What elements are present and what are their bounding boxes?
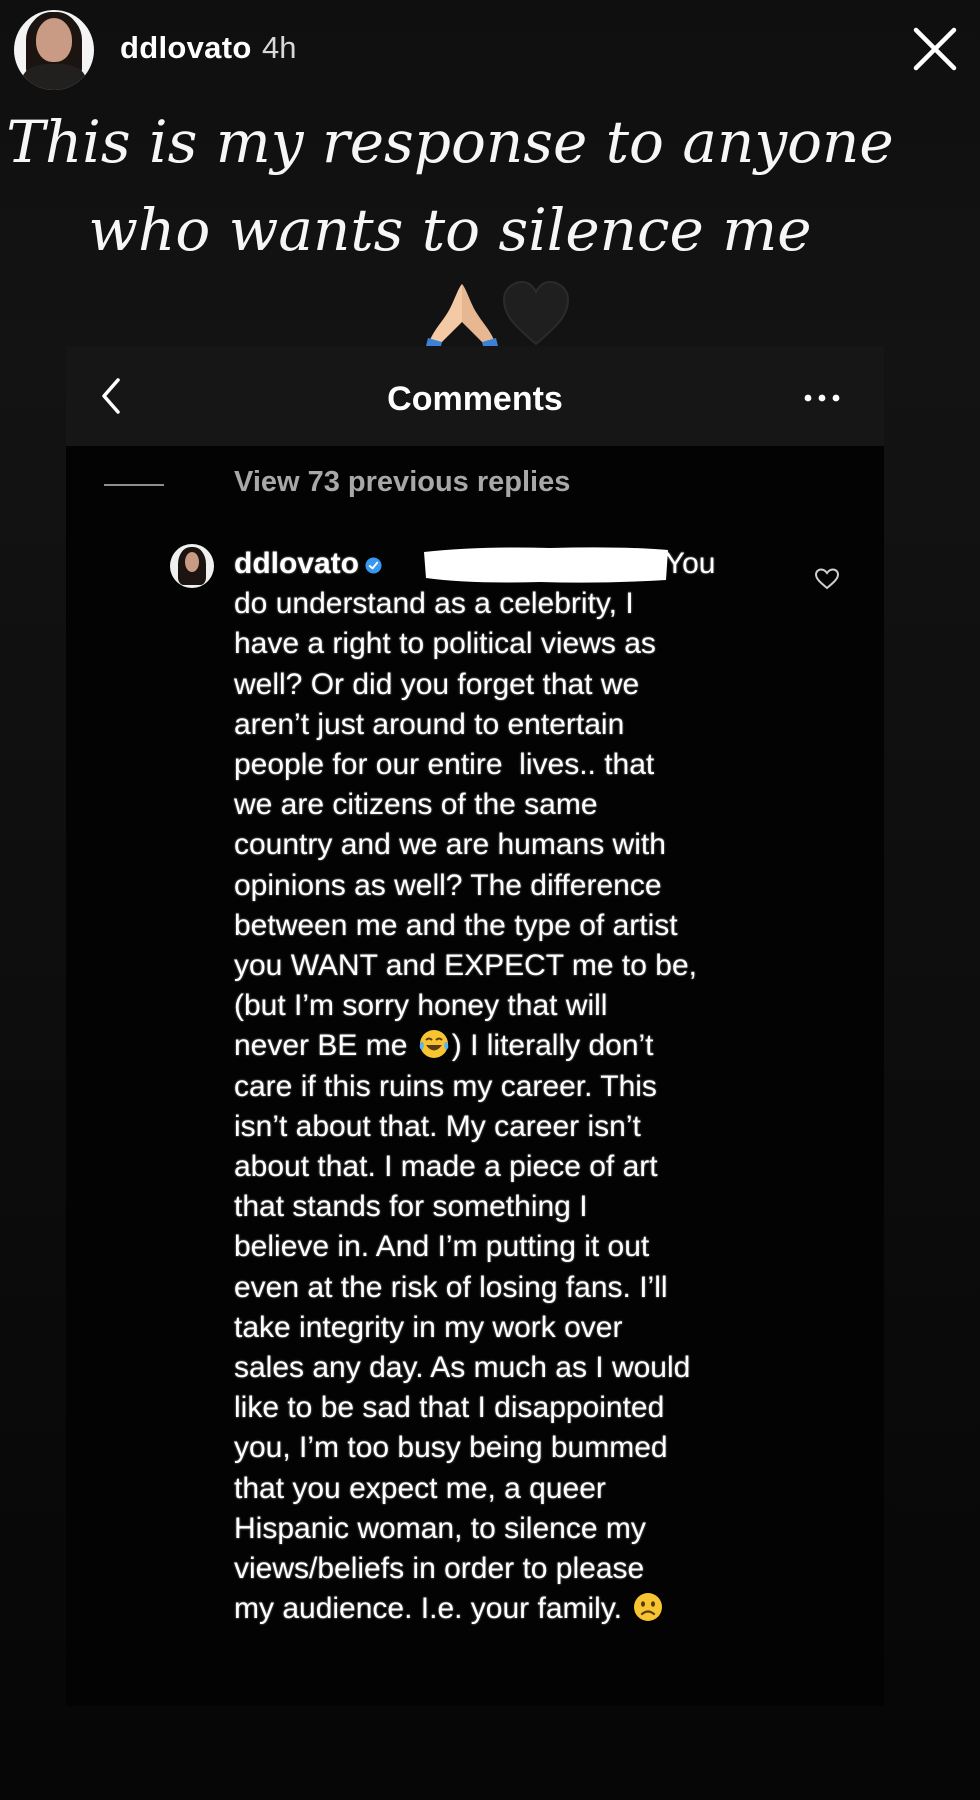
comment-line-20: take integrity in my work over	[234, 1310, 623, 1344]
comment-line-11: you WANT and EXPECT me to be,	[234, 949, 697, 983]
comment-avatar-face	[185, 552, 199, 572]
comment-avatar[interactable]	[170, 544, 214, 588]
comment-line-13a: never BE me	[234, 1029, 408, 1063]
slightly-frowning-icon	[634, 1593, 663, 1622]
comment-line-24: that you expect me, a queer	[234, 1471, 606, 1505]
laughing-tears-icon	[419, 1030, 449, 1059]
story-avatar[interactable]	[14, 10, 94, 90]
comment-line-22: like to be sad that I disappointed	[234, 1391, 665, 1425]
view-previous-replies-link[interactable]: View 73 previous replies	[234, 466, 570, 499]
comment-line-16: about that. I made a piece of art	[234, 1150, 658, 1184]
avatar-shoulders	[22, 64, 86, 90]
comment-line-19: even at the risk of losing fans. I’ll	[234, 1270, 668, 1304]
comments-title: Comments	[387, 380, 563, 418]
redaction-scribble	[424, 547, 668, 583]
close-icon[interactable]	[910, 24, 960, 74]
comment-line-18: believe in. And I’m putting it out	[234, 1230, 650, 1264]
heart-like-icon[interactable]	[814, 567, 840, 591]
comment-username[interactable]: ddlovato	[234, 547, 359, 580]
avatar-face	[36, 18, 72, 62]
comment-line-17: that stands for something I	[234, 1190, 588, 1224]
comment-line-9: opinions as well? The difference	[234, 868, 662, 902]
comment-line-23: you, I’m too busy being bummed	[234, 1431, 668, 1465]
comment-line-5: aren’t just around to entertain	[234, 707, 625, 741]
comment-line-26: views/beliefs in order to please	[234, 1552, 645, 1586]
more-options-icon[interactable]	[802, 394, 842, 402]
comment-line-6: people for our entire lives.. that	[234, 748, 655, 782]
comment-line-3: have a right to political views as	[234, 627, 656, 661]
comment-line-14: care if this ruins my career. This	[234, 1069, 657, 1103]
story-caption: This is my response to anyone who wants …	[6, 108, 894, 264]
comment-line-12: (but I’m sorry honey that will	[234, 989, 608, 1023]
comment-line-4: well? Or did you forget that we	[234, 667, 640, 701]
comment-line-15: isn’t about that. My career isn’t	[234, 1109, 641, 1143]
folded-hands-icon	[426, 284, 498, 350]
comment-line-13b: ) I literally don’t	[451, 1029, 654, 1063]
comment-line-10: between me and the type of artist	[234, 908, 678, 942]
story-timestamp: 4h	[262, 30, 297, 65]
comment-text: ddlovato You do understand as a celebrit…	[234, 544, 774, 1629]
comment-line-25: Hispanic woman, to silence my	[234, 1511, 646, 1545]
comment-line-8: country and we are humans with	[234, 828, 666, 862]
comment-line-1: You	[664, 547, 716, 580]
verified-badge-icon	[365, 557, 382, 574]
comment-line-27: my audience. I.e. your family.	[234, 1592, 622, 1626]
comment-line-2: do understand as a celebrity, I	[234, 587, 634, 621]
comment-line-7: we are citizens of the same	[234, 788, 598, 822]
story-username[interactable]: ddlovato	[120, 30, 252, 66]
replies-divider-line	[104, 484, 164, 486]
comments-header: Comments	[66, 346, 884, 446]
comment-line-21: sales any day. As much as I would	[234, 1351, 691, 1385]
black-heart-icon	[502, 280, 570, 346]
